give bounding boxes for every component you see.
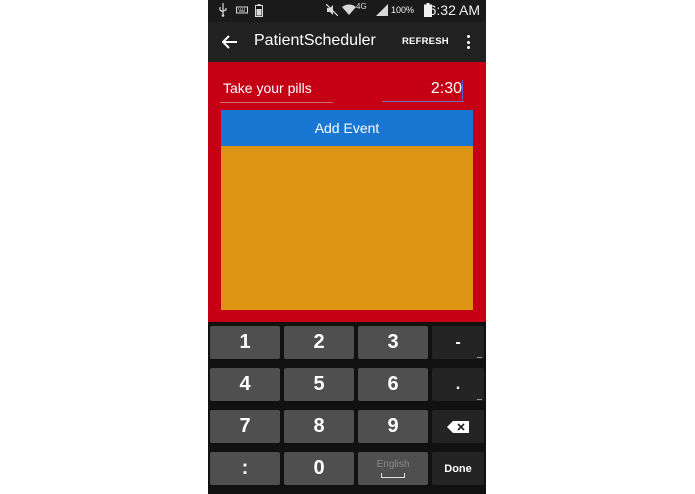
keyboard-icon [236, 3, 248, 17]
event-text-input[interactable]: Take your pills [220, 76, 333, 103]
key-4[interactable]: 4 [210, 368, 280, 401]
phone-screen: 4G 100% 6:32 AM PatientScheduler REFRESH… [208, 0, 486, 494]
key-3[interactable]: 3 [358, 326, 428, 359]
mute-icon [326, 3, 338, 17]
backspace-key[interactable] [432, 410, 484, 443]
status-time: 6:32 AM [428, 2, 480, 18]
key-2[interactable]: 2 [284, 326, 354, 359]
key-colon[interactable]: : [210, 452, 280, 485]
key-minus-label: - [455, 333, 461, 351]
key-6[interactable]: 6 [358, 368, 428, 401]
app-title: PatientScheduler [254, 32, 376, 49]
spacebar-icon [381, 473, 405, 478]
time-input[interactable]: 2:30 [382, 76, 464, 102]
key-9[interactable]: 9 [358, 410, 428, 443]
key-1[interactable]: 1 [210, 326, 280, 359]
key-period-label: . [455, 375, 461, 393]
network-type-label: 4G [356, 2, 367, 11]
battery-percent: 100% [390, 5, 414, 15]
key-0[interactable]: 0 [284, 452, 354, 485]
back-button[interactable] [218, 30, 242, 54]
space-key[interactable]: English [358, 452, 428, 485]
numeric-keyboard: 1 2 3 - 4 5 6 . 7 8 9 : 0 English Done [208, 322, 486, 494]
key-minus[interactable]: - [432, 326, 484, 359]
text-cursor [462, 80, 463, 100]
signal-icon [376, 3, 388, 17]
status-bar: 4G 100% 6:32 AM [208, 0, 486, 22]
event-list [221, 146, 473, 310]
space-key-label: English [376, 459, 410, 470]
usb-icon [218, 3, 228, 17]
backspace-icon [447, 420, 469, 433]
done-key[interactable]: Done [432, 452, 484, 485]
key-5[interactable]: 5 [284, 368, 354, 401]
arrow-left-icon [222, 35, 237, 49]
more-vert-icon[interactable] [460, 32, 476, 52]
key-period[interactable]: . [432, 368, 484, 401]
wifi-icon [342, 3, 356, 17]
add-event-button[interactable]: Add Event [221, 110, 473, 146]
action-bar: PatientScheduler REFRESH [208, 22, 486, 62]
key-7[interactable]: 7 [210, 410, 280, 443]
key-8[interactable]: 8 [284, 410, 354, 443]
refresh-button[interactable]: REFRESH [402, 36, 449, 47]
battery-status-icon [255, 3, 263, 17]
